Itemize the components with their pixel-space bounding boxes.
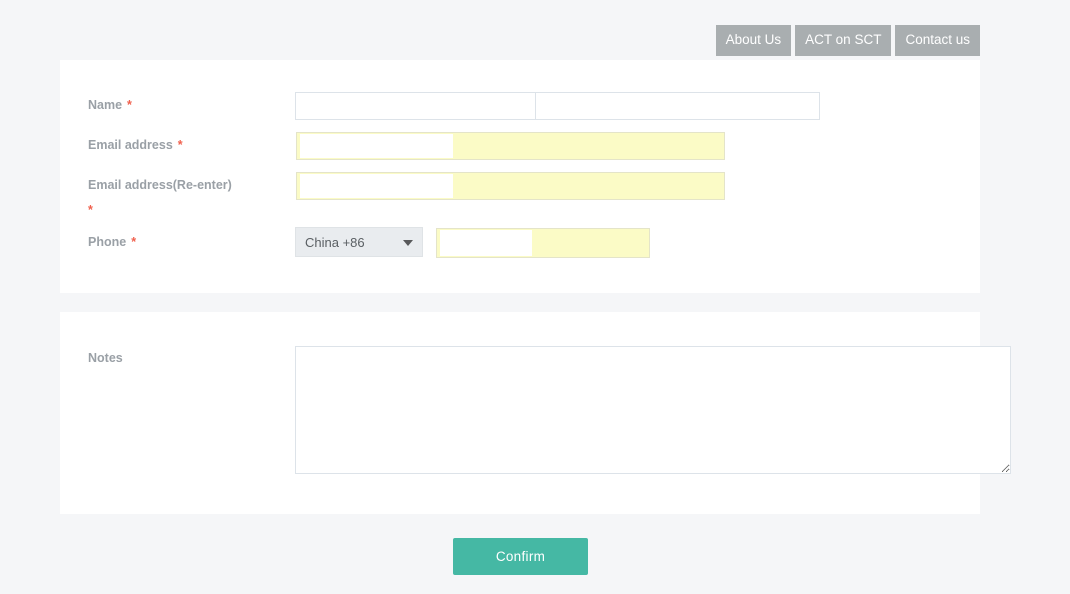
email-required-asterisk: *	[177, 138, 183, 152]
notes-label-text: Notes	[88, 351, 123, 365]
email-reenter-input[interactable]	[300, 174, 453, 198]
email-reenter-required-asterisk: *	[88, 203, 93, 217]
name-label: Name *	[88, 96, 238, 115]
last-name-input[interactable]	[535, 92, 820, 120]
nav-tab-act-on-sct[interactable]: ACT on SCT	[795, 25, 892, 56]
email-label-text: Email address	[88, 138, 173, 152]
phone-country-code-select-wrapper[interactable]: China +86	[295, 227, 423, 257]
contact-details-card: Name * Email address * Email address(Re-en…	[60, 60, 980, 293]
email-reenter-autofill-wrapper	[296, 172, 725, 200]
name-label-text: Name	[88, 98, 123, 112]
notes-label: Notes	[88, 349, 238, 368]
phone-country-code-select[interactable]: China +86	[296, 228, 422, 256]
phone-label: Phone *	[88, 233, 238, 252]
confirm-button[interactable]: Confirm	[453, 538, 588, 575]
phone-number-input[interactable]	[440, 230, 532, 256]
email-input[interactable]	[300, 134, 453, 158]
email-label: Email address *	[88, 136, 238, 155]
notes-card: Notes	[60, 312, 1011, 514]
nav-tab-about-us[interactable]: About Us	[715, 25, 792, 56]
notes-textarea[interactable]	[295, 346, 1011, 474]
email-autofill-wrapper	[296, 132, 725, 160]
nav-tab-contact-us[interactable]: Contact us	[895, 25, 980, 56]
top-navigation: About Us ACT on SCT Contact us	[0, 25, 980, 56]
email-reenter-label-text: Email address(Re-enter)	[88, 178, 232, 192]
name-required-asterisk: *	[127, 98, 132, 112]
phone-label-text: Phone	[88, 235, 127, 249]
email-reenter-label: Email address(Re-enter) *	[88, 176, 238, 220]
phone-autofill-wrapper	[436, 228, 650, 258]
phone-required-asterisk: *	[131, 235, 137, 249]
